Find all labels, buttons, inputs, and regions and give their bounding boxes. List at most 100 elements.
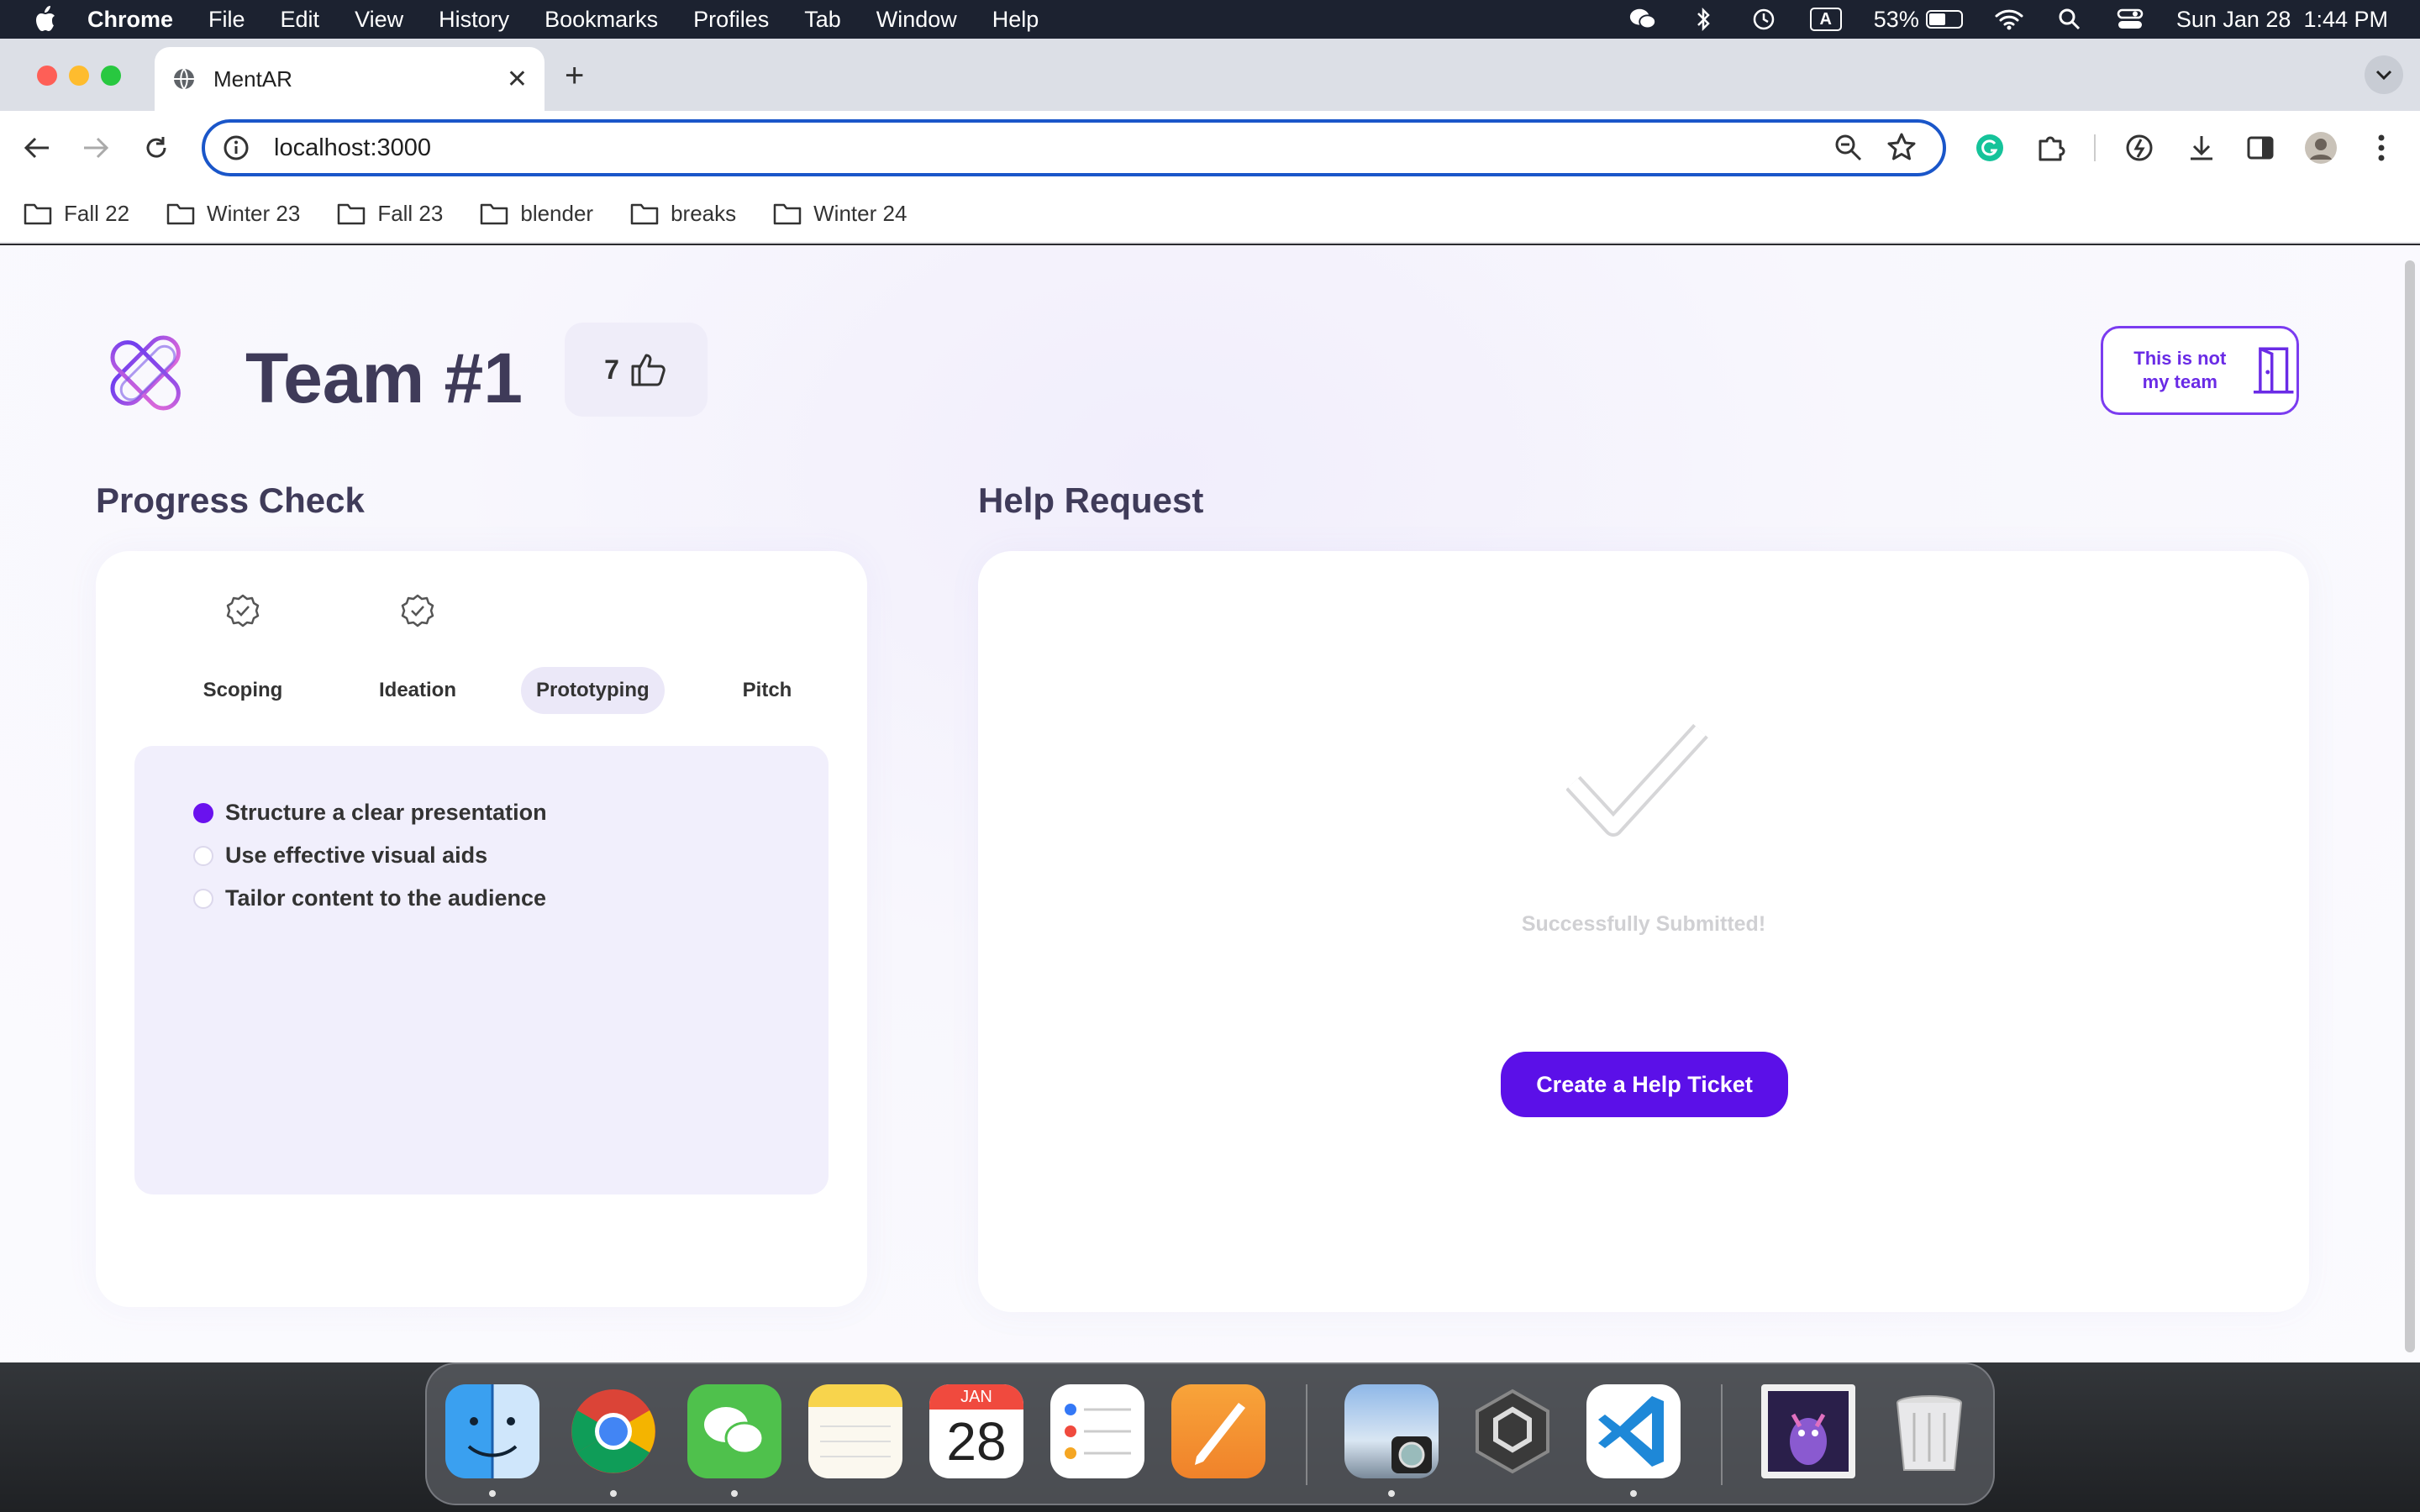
bookmark-folder-winter-23[interactable]: Winter 23 xyxy=(166,201,300,227)
task-radio-checked[interactable] xyxy=(193,802,213,823)
menu-file[interactable]: File xyxy=(208,7,245,33)
create-help-ticket-button[interactable]: Create a Help Ticket xyxy=(1501,1052,1788,1117)
preview-icon[interactable] xyxy=(1344,1384,1439,1478)
folder-icon xyxy=(24,203,52,225)
menu-help[interactable]: Help xyxy=(992,7,1039,33)
calendar-month: JAN xyxy=(929,1384,1023,1410)
menu-profiles[interactable]: Profiles xyxy=(693,7,769,33)
notes-icon[interactable] xyxy=(808,1384,902,1478)
chrome-icon[interactable] xyxy=(566,1384,660,1478)
step-pitch[interactable]: Pitch xyxy=(696,593,839,714)
task-radio[interactable] xyxy=(193,845,213,866)
forward-button[interactable] xyxy=(74,126,118,170)
reminders-icon[interactable] xyxy=(1050,1384,1144,1478)
macos-menubar: Chrome File Edit View History Bookmarks … xyxy=(0,0,2420,39)
site-info-icon[interactable] xyxy=(222,134,250,162)
step-ideation[interactable]: Ideation xyxy=(346,593,489,714)
back-button[interactable] xyxy=(15,126,59,170)
battery-indicator[interactable]: 53% xyxy=(1874,7,1963,33)
profile-avatar[interactable] xyxy=(2301,128,2341,168)
bookmark-folder-fall-22[interactable]: Fall 22 xyxy=(24,201,129,227)
verified-badge-icon xyxy=(401,594,434,627)
new-tab-button[interactable]: + xyxy=(565,57,584,95)
not-my-team-button[interactable]: This is not my team xyxy=(2101,326,2299,415)
bookmark-label: Fall 22 xyxy=(64,200,130,226)
window-close-button[interactable] xyxy=(37,66,57,86)
task-item[interactable]: Tailor content to the audience xyxy=(193,885,546,911)
finder-running-indicator xyxy=(489,1490,496,1497)
apple-logo-icon[interactable] xyxy=(32,5,57,34)
bookmark-label: Winter 23 xyxy=(207,200,301,226)
wechat-status-icon[interactable] xyxy=(1628,7,1657,32)
bookmark-label: Fall 23 xyxy=(377,200,444,226)
submission-status-text: Successfully Submitted! xyxy=(1521,912,1766,936)
grammarly-extension-icon[interactable] xyxy=(1970,128,2010,168)
browser-tab-mentar[interactable]: MentAR ✕ xyxy=(155,47,544,111)
bookmark-folder-fall-23[interactable]: Fall 23 xyxy=(337,201,443,227)
bookmark-folder-winter-24[interactable]: Winter 24 xyxy=(773,201,907,227)
menu-tab[interactable]: Tab xyxy=(804,7,841,33)
bookmarks-bar: Fall 22 Winter 23 Fall 23 blender breaks… xyxy=(0,185,2420,244)
menu-history[interactable]: History xyxy=(439,7,509,33)
team-title: Team #1 xyxy=(245,339,523,417)
menu-view[interactable]: View xyxy=(355,7,403,33)
folder-icon xyxy=(338,203,366,225)
vscode-icon[interactable] xyxy=(1586,1384,1681,1478)
wechat-icon[interactable] xyxy=(687,1384,781,1478)
like-button[interactable]: 7 xyxy=(565,323,708,417)
step-scoping[interactable]: Scoping xyxy=(171,593,314,714)
task-label: Use effective visual aids xyxy=(225,843,488,868)
toolbar-divider xyxy=(2094,134,2096,161)
url-text[interactable]: localhost:3000 xyxy=(274,134,431,162)
performance-icon[interactable] xyxy=(2119,128,2160,168)
browser-menu-icon[interactable] xyxy=(2361,128,2402,168)
preview-running-indicator xyxy=(1388,1490,1395,1497)
task-label: Structure a clear presentation xyxy=(225,800,547,825)
bluetooth-icon[interactable] xyxy=(1689,7,1718,32)
vscode-running-indicator xyxy=(1630,1490,1637,1497)
menu-window[interactable]: Window xyxy=(876,7,957,33)
address-bar[interactable]: localhost:3000 xyxy=(202,119,1946,176)
zoom-icon[interactable] xyxy=(1833,133,1864,167)
unity-icon[interactable] xyxy=(1465,1384,1560,1478)
folder-icon xyxy=(630,203,659,225)
menu-edit[interactable]: Edit xyxy=(281,7,320,33)
calendar-icon[interactable]: JAN 28 xyxy=(929,1384,1023,1478)
mentar-logo-icon xyxy=(110,335,181,411)
spotlight-search-icon[interactable] xyxy=(2055,7,2084,32)
finder-icon[interactable] xyxy=(445,1384,539,1478)
task-label: Tailor content to the audience xyxy=(225,885,547,911)
battery-fill xyxy=(1928,13,1945,25)
tab-close-icon[interactable]: ✕ xyxy=(507,65,528,94)
trash-icon[interactable] xyxy=(1882,1384,1976,1478)
reload-button[interactable] xyxy=(134,126,178,170)
battery-icon xyxy=(1925,10,1963,29)
calendar-day: 28 xyxy=(946,1411,1007,1472)
extensions-puzzle-icon[interactable] xyxy=(2030,128,2070,168)
tab-title: MentAR xyxy=(213,66,292,92)
step-prototyping[interactable]: Prototyping xyxy=(521,593,665,714)
input-source-icon[interactable]: A xyxy=(1809,8,1842,31)
bookmark-folder-breaks[interactable]: breaks xyxy=(630,201,736,227)
window-zoom-button[interactable] xyxy=(101,66,121,86)
time-machine-icon[interactable] xyxy=(1749,7,1778,32)
bookmark-folder-blender[interactable]: blender xyxy=(480,201,593,227)
task-item[interactable]: Structure a clear presentation xyxy=(193,800,547,826)
pages-icon[interactable] xyxy=(1171,1384,1265,1478)
verified-badge-icon xyxy=(226,594,260,627)
control-center-icon[interactable] xyxy=(2116,7,2144,32)
downloads-icon[interactable] xyxy=(2181,128,2222,168)
wifi-icon[interactable] xyxy=(1995,7,2023,32)
menubar-clock[interactable]: Sun Jan 28 1:44 PM xyxy=(2176,7,2388,33)
window-minimize-button[interactable] xyxy=(69,66,89,86)
page-scrollbar[interactable] xyxy=(2405,260,2415,1352)
bookmark-star-icon[interactable] xyxy=(1886,131,1918,167)
menu-app-chrome[interactable]: Chrome xyxy=(87,7,173,33)
menu-bookmarks[interactable]: Bookmarks xyxy=(544,7,658,33)
task-radio[interactable] xyxy=(193,888,213,909)
success-checkmark-icon xyxy=(1566,723,1708,837)
side-panel-icon[interactable] xyxy=(2240,128,2281,168)
tab-search-chevron-icon[interactable] xyxy=(2365,55,2403,94)
image-thumbnail[interactable] xyxy=(1761,1384,1855,1478)
task-item[interactable]: Use effective visual aids xyxy=(193,843,487,869)
